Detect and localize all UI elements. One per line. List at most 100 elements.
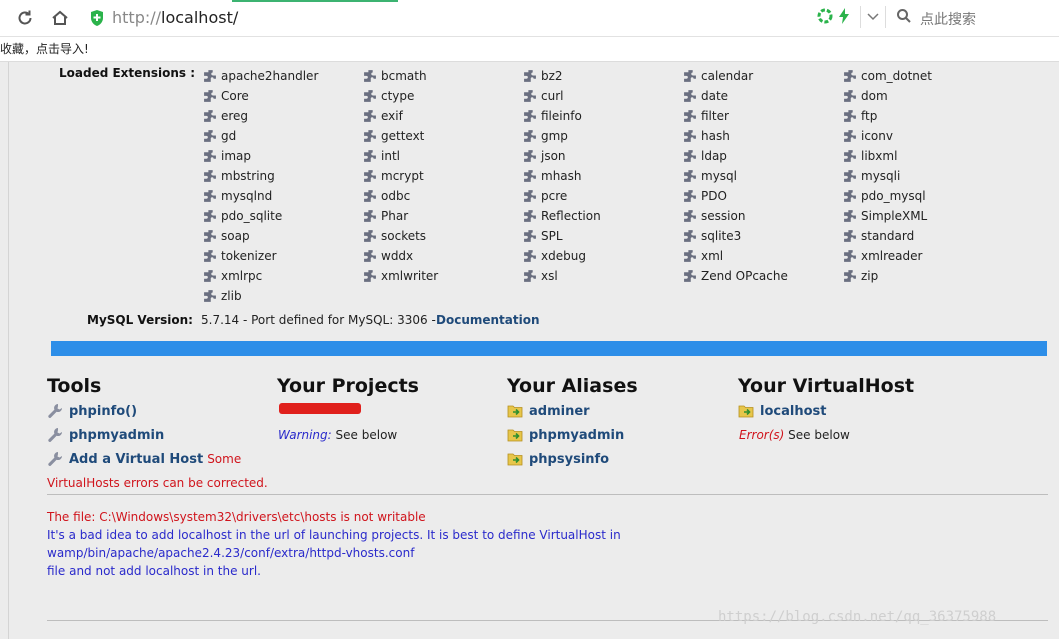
extension-item: SPL — [523, 226, 683, 246]
extension-name: xmlreader — [861, 249, 923, 263]
extension-name: xsl — [541, 269, 558, 283]
tool-link-phpmyadmin[interactable]: phpmyadmin — [47, 425, 164, 445]
puzzle-icon — [684, 270, 696, 282]
extension-item: bcmath — [363, 66, 523, 86]
bookmarks-bar: 收藏，点击导入! — [0, 37, 1059, 62]
alias-label: adminer — [529, 403, 590, 419]
search-input[interactable]: 点此搜索 — [920, 9, 976, 29]
shield-icon — [86, 7, 108, 29]
extension-item: apache2handler — [203, 66, 363, 86]
extension-item: xsl — [523, 266, 683, 286]
extension-name: SimpleXML — [861, 209, 928, 223]
extension-item: mhash — [523, 166, 683, 186]
extension-item: zip — [843, 266, 1003, 286]
vhost-link-localhost[interactable]: localhost — [738, 401, 826, 421]
vhost-errors-note: VirtualHosts errors can be corrected. — [47, 476, 268, 490]
puzzle-icon — [844, 230, 856, 242]
alias-link-adminer[interactable]: adminer — [507, 401, 590, 421]
extension-item: date — [683, 86, 843, 106]
puzzle-icon — [204, 210, 216, 222]
puzzle-icon — [524, 130, 536, 142]
extension-item: fileinfo — [523, 106, 683, 126]
extension-name: mhash — [541, 169, 582, 183]
extension-name: mysql — [701, 169, 737, 183]
extension-item: mbstring — [203, 166, 363, 186]
extension-item: filter — [683, 106, 843, 126]
extension-item: calendar — [683, 66, 843, 86]
loaded-extensions-label: Loaded Extensions : — [59, 66, 196, 80]
puzzle-icon — [364, 170, 376, 182]
extension-name: libxml — [861, 149, 898, 163]
extension-name: standard — [861, 229, 915, 243]
extension-name: wddx — [381, 249, 414, 263]
extension-name: gettext — [381, 129, 425, 143]
extension-name: exif — [381, 109, 403, 123]
puzzle-icon — [364, 270, 376, 282]
lightning-icon[interactable] — [838, 8, 850, 28]
chevron-down-icon[interactable] — [865, 8, 881, 28]
extension-name: tokenizer — [221, 249, 277, 263]
extension-name: ctype — [381, 89, 415, 103]
extension-name: sockets — [381, 229, 427, 243]
alias-label: phpmyadmin — [529, 427, 625, 443]
extension-name: mysqlnd — [221, 189, 273, 203]
extension-name: Phar — [381, 209, 409, 223]
wrench-icon — [48, 404, 63, 418]
puzzle-icon — [364, 110, 376, 122]
wrench-icon — [48, 428, 63, 442]
puzzle-icon — [684, 90, 696, 102]
speed-dial-icon[interactable] — [817, 8, 833, 28]
extension-item: session — [683, 206, 843, 226]
extension-name: dom — [861, 89, 888, 103]
section-divider — [47, 494, 1048, 495]
extensions-column: bz2 curl fileinfo gmp json mhash pcre Reflectio… — [523, 66, 683, 286]
puzzle-icon — [204, 190, 216, 202]
extension-name: intl — [381, 149, 400, 163]
extension-name: session — [701, 209, 746, 223]
alias-link-phpmyadmin[interactable]: phpmyadmin — [507, 425, 624, 445]
separator-bar — [51, 341, 1047, 356]
extension-name: zlib — [221, 289, 242, 303]
extension-item: zlib — [203, 286, 363, 306]
extension-name: bcmath — [381, 69, 427, 83]
folder-arrow-icon — [738, 405, 754, 418]
bookmarks-import-link[interactable]: 收藏，点击导入! — [0, 42, 89, 56]
extension-name: gmp — [541, 129, 568, 143]
tool-link-phpinfo[interactable]: phpinfo() — [47, 401, 137, 421]
extension-name: soap — [221, 229, 250, 243]
localhost-advice-line-3: file and not add localhost in the url. — [47, 564, 261, 578]
browser-toolbar: http://localhost/ 点此搜索 — [0, 0, 1059, 37]
extension-name: fileinfo — [541, 109, 582, 123]
puzzle-icon — [844, 170, 856, 182]
puzzle-icon — [204, 150, 216, 162]
extension-name: date — [701, 89, 729, 103]
puzzle-icon — [524, 250, 536, 262]
puzzle-icon — [684, 130, 696, 142]
extension-item: mysqlnd — [203, 186, 363, 206]
extension-item: xmlwriter — [363, 266, 523, 286]
alias-link-phpsysinfo[interactable]: phpsysinfo — [507, 449, 609, 469]
tool-link-add-virtual-host[interactable]: Add a Virtual Host Some — [47, 449, 241, 469]
extension-name: Zend OPcache — [701, 269, 788, 283]
puzzle-icon — [524, 150, 536, 162]
url-host: localhost/ — [161, 8, 239, 27]
search-icon[interactable] — [896, 8, 912, 28]
error-text: See below — [788, 428, 850, 442]
home-icon[interactable] — [49, 7, 71, 29]
puzzle-icon — [684, 150, 696, 162]
address-bar[interactable]: http://localhost/ — [112, 8, 238, 27]
extension-item: curl — [523, 86, 683, 106]
puzzle-icon — [204, 90, 216, 102]
refresh-icon[interactable] — [14, 7, 36, 29]
extension-item: ctype — [363, 86, 523, 106]
extension-name: Reflection — [541, 209, 601, 223]
redacted-project-link[interactable] — [279, 403, 361, 414]
tools-title: Tools — [47, 375, 102, 397]
mysql-documentation-link[interactable]: Documentation — [436, 313, 540, 327]
extensions-column: bcmath ctype exif gettext intl mcrypt odbc Phar… — [363, 66, 523, 286]
extension-item: tokenizer — [203, 246, 363, 266]
extension-item: standard — [843, 226, 1003, 246]
extensions-column: apache2handler Core ereg gd imap mbstring mysq… — [203, 66, 363, 306]
extensions-column: com_dotnet dom ftp iconv libxml mysqli pdo_mys… — [843, 66, 1003, 286]
extension-name: ereg — [221, 109, 249, 123]
